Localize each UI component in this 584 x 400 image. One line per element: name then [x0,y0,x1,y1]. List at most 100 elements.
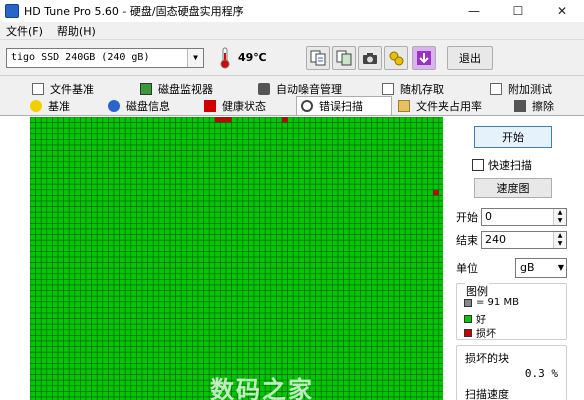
good-block [248,155,255,163]
maximize-button[interactable]: ☐ [496,0,540,22]
good-block [68,122,76,129]
good-block [264,363,272,370]
good-block [248,329,255,336]
end-input[interactable]: 240 ▲ ▼ [481,231,567,249]
good-block [203,251,210,258]
tab-health[interactable]: 健康状态 [204,97,266,114]
good-block [108,228,115,235]
start-button[interactable]: 开始 [474,126,552,148]
tab-extra-tests[interactable]: 附加测试 [490,80,552,97]
options-button[interactable] [384,46,408,70]
good-block [113,374,120,381]
spinner-arrows-icon[interactable]: ▲ ▼ [553,232,566,248]
good-block [220,256,227,263]
good-block [270,144,277,151]
good-block [427,144,434,151]
good-block [214,122,221,129]
tab-folder-usage[interactable]: 文件夹占用率 [398,97,482,114]
good-block [404,150,412,157]
good-block [365,228,372,235]
good-block [192,385,199,392]
good-block [102,133,109,140]
spinner-arrows-icon[interactable]: ▲ ▼ [553,209,566,225]
good-block [236,290,244,297]
good-block [410,183,417,191]
good-block [197,189,204,196]
good-block [225,346,232,353]
tab-error-scan[interactable]: 错误扫描 [296,96,392,115]
good-block [264,301,272,308]
good-block [404,256,412,263]
copy-screen-button[interactable] [332,46,356,70]
good-block [57,239,64,247]
good-block [332,391,339,398]
good-block [421,307,428,314]
good-block [102,262,109,269]
good-block [158,357,165,364]
speed-map-button[interactable]: 速度图 [474,178,552,198]
good-block [164,273,171,280]
good-block [180,223,188,230]
good-block [119,195,126,202]
good-block [158,385,165,392]
tab-benchmark[interactable]: 基准 [30,97,70,114]
good-block [108,335,115,342]
unit-select[interactable]: gB ▼ [515,258,567,278]
good-block [108,133,115,140]
chevron-down-icon[interactable]: ▼ [187,49,203,67]
good-block [337,133,344,140]
good-block [96,374,104,381]
good-block [332,133,339,140]
good-block [169,267,176,275]
good-block [376,178,384,185]
screenshot-button[interactable] [358,46,382,70]
chevron-down-icon[interactable]: ▼ [558,259,564,277]
good-block [298,161,305,168]
good-block [152,117,160,123]
good-block [264,234,272,241]
start-input[interactable]: 0 ▲ ▼ [481,208,567,226]
good-block [203,189,210,196]
quick-scan-checkbox[interactable] [472,159,484,171]
drive-select[interactable]: tigo SSD 240GB (240 gB) ▼ [6,48,204,68]
tab-disk-info[interactable]: 磁盘信息 [108,97,170,114]
good-block [80,122,87,129]
good-block [169,335,176,342]
tab-erase[interactable]: 擦除 [514,97,554,114]
good-block [119,368,126,375]
exit-button[interactable]: 退出 [447,46,493,70]
good-block [152,200,160,207]
tab-disk-monitor[interactable]: 磁盘监视器 [140,80,213,97]
quick-scan-option[interactable]: 快速扫描 [472,157,532,173]
close-button[interactable]: ✕ [540,0,584,22]
tab-random-access[interactable]: 随机存取 [382,80,444,97]
good-block [30,363,36,370]
tab-file-benchmark[interactable]: 文件基准 [32,80,94,97]
tab-noise-management[interactable]: 自动噪音管理 [258,80,342,97]
save-button[interactable] [412,46,436,70]
good-block [130,234,137,241]
good-block [343,133,350,140]
good-block [388,351,395,359]
good-block [304,183,311,191]
menu-help[interactable]: 帮助(H) [57,23,96,39]
good-block [365,273,372,280]
good-block [242,195,249,202]
menu-file[interactable]: 文件(F) [6,23,43,39]
good-block [354,195,361,202]
good-block [270,323,277,331]
copy-info-button[interactable] [306,46,330,70]
good-block [220,234,227,241]
good-block [236,155,244,163]
good-block [40,385,48,392]
good-block [169,117,176,123]
minimize-button[interactable]: — [452,0,496,22]
good-block [416,279,423,286]
good-block [315,301,322,308]
good-block [292,267,300,275]
good-block [63,127,70,135]
good-block [158,178,165,185]
good-block [46,234,53,241]
good-block [432,228,440,235]
good-block [248,262,255,269]
